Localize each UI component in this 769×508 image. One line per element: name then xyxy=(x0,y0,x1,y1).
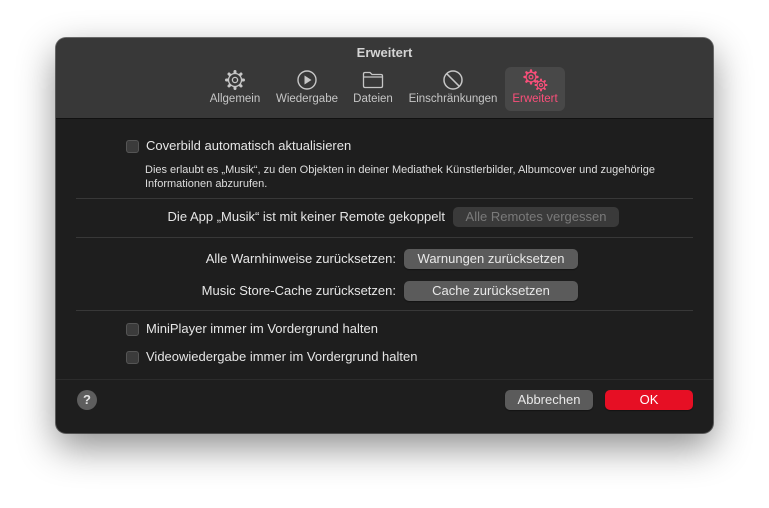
cache-label: Music Store-Cache zurücksetzen: xyxy=(201,283,396,298)
tab-label: Wiedergabe xyxy=(275,93,338,105)
miniplayer-checkbox[interactable] xyxy=(126,323,139,336)
gear-icon xyxy=(204,69,266,91)
tab-label: Allgemein xyxy=(209,93,261,105)
reset-cache-button[interactable]: Cache zurücksetzen xyxy=(404,281,578,301)
tab-wiedergabe[interactable]: Wiedergabe xyxy=(272,67,342,111)
tab-label: Einschränkungen xyxy=(408,93,498,105)
tab-label: Erweitert xyxy=(512,93,558,105)
cover-checkbox[interactable] xyxy=(126,140,139,153)
tab-erweitert[interactable]: Erweitert xyxy=(505,67,565,111)
video-checkbox[interactable] xyxy=(126,351,139,364)
tab-label: Dateien xyxy=(353,93,393,105)
forget-remotes-button[interactable]: Alle Remotes vergessen xyxy=(453,207,619,227)
reset-warnings-button[interactable]: Warnungen zurücksetzen xyxy=(404,249,578,269)
separator xyxy=(76,198,693,199)
remote-status-label: Die App „Musik“ ist mit keiner Remote ge… xyxy=(167,209,445,224)
tab-allgemein[interactable]: Allgemein xyxy=(204,67,266,111)
ok-button[interactable]: OK xyxy=(605,390,693,410)
video-label: Videowiedergabe immer im Vordergrund hal… xyxy=(146,349,418,364)
separator xyxy=(56,379,713,380)
folder-icon xyxy=(348,69,398,91)
window-title: Erweitert xyxy=(356,45,413,60)
tab-dateien[interactable]: Dateien xyxy=(348,67,398,111)
no-entry-icon xyxy=(404,69,502,91)
cover-description: Dies erlaubt es „Musik“, zu den Objekten… xyxy=(145,164,655,190)
play-circle-icon xyxy=(272,69,342,91)
preferences-content: Coverbild automatisch aktualisieren Dies… xyxy=(56,119,713,433)
help-button[interactable]: ? xyxy=(77,390,97,410)
warnings-label: Alle Warnhinweise zurücksetzen: xyxy=(205,251,396,266)
preferences-window: Erweitert Allgemein Wiedergabe Dateien E… xyxy=(56,38,713,433)
cover-label: Coverbild automatisch aktualisieren xyxy=(146,138,352,153)
tab-einschraenkungen[interactable]: Einschränkungen xyxy=(404,67,502,111)
cancel-button[interactable]: Abbrechen xyxy=(505,390,593,410)
separator xyxy=(76,237,693,238)
gears-icon xyxy=(505,69,565,92)
separator xyxy=(76,310,693,311)
miniplayer-label: MiniPlayer immer im Vordergrund halten xyxy=(146,321,378,336)
toolbar: Erweitert Allgemein Wiedergabe Dateien E… xyxy=(56,38,713,119)
